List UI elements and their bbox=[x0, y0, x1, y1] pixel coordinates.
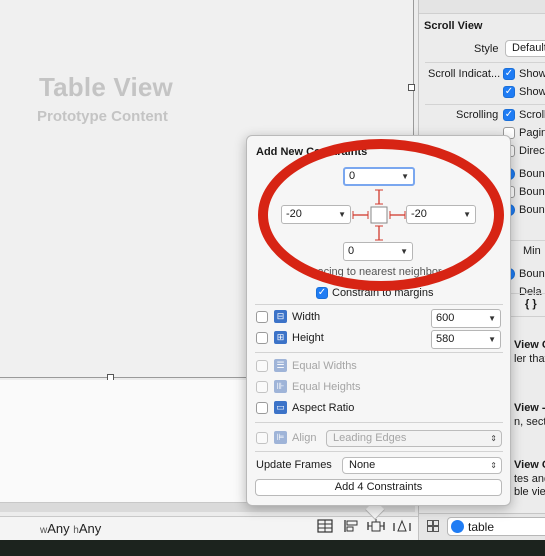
scrolling-label: Scrolling bbox=[456, 109, 499, 121]
scroll-indicators-label: Scroll Indicat... bbox=[428, 68, 501, 80]
aspect-ratio-checkbox[interactable] bbox=[256, 402, 268, 414]
bounce-horizontal-label: Boun bbox=[519, 186, 545, 198]
inspector-top-strip bbox=[419, 0, 545, 14]
equal-heights-checkbox[interactable] bbox=[256, 381, 268, 393]
height-checkbox[interactable] bbox=[256, 332, 268, 344]
scrolling-enabled-checkbox[interactable]: ✓ bbox=[503, 109, 515, 121]
library-item-1-desc: ler that bbox=[514, 353, 545, 365]
update-frames-value: None bbox=[349, 459, 376, 471]
width-label: Width bbox=[292, 311, 321, 323]
library-item-3-desc-1: tes and bbox=[514, 473, 545, 485]
width-value: 600 bbox=[436, 312, 455, 324]
equal-widths-checkbox[interactable] bbox=[256, 360, 268, 372]
align-checkbox[interactable] bbox=[256, 432, 268, 444]
divider bbox=[425, 62, 545, 63]
align-popup[interactable]: Leading Edges ⇕ bbox=[326, 430, 502, 447]
add-constraints-button[interactable]: Add 4 Constraints bbox=[255, 479, 502, 496]
library-item-3-desc-2: ble view bbox=[514, 486, 545, 498]
show-vertical-label: Show bbox=[519, 86, 545, 98]
library-item-3-title: View C bbox=[514, 459, 545, 471]
library-item-2-title: View - bbox=[514, 402, 545, 414]
align-label: Align bbox=[292, 432, 317, 444]
height-value-field[interactable]: 580 ▼ bbox=[431, 330, 501, 349]
height-label: Height bbox=[292, 332, 324, 344]
equal-widths-label: Equal Widths bbox=[292, 360, 357, 372]
update-frames-popup[interactable]: None ⇕ bbox=[342, 457, 502, 474]
aspect-ratio-icon: ▭ bbox=[274, 401, 287, 414]
constrain-margins-checkbox[interactable]: ✓ bbox=[316, 287, 328, 299]
stack-icon[interactable] bbox=[316, 519, 334, 535]
width-value-field[interactable]: 600 ▼ bbox=[431, 309, 501, 328]
annotation-circle bbox=[258, 139, 504, 291]
divider bbox=[255, 352, 503, 353]
chevron-down-icon[interactable]: ▼ bbox=[488, 331, 496, 348]
divider bbox=[255, 451, 503, 452]
update-frames-label: Update Frames bbox=[256, 459, 332, 471]
bounce-vertical-label: Boun bbox=[519, 204, 545, 216]
style-value: Default bbox=[512, 42, 545, 54]
bounce-label: Boun bbox=[519, 168, 545, 180]
align-value: Leading Edges bbox=[333, 432, 407, 444]
width-class-value: Any bbox=[47, 521, 70, 536]
chevron-updown-icon: ⇕ bbox=[490, 434, 497, 443]
resolve-icon[interactable] bbox=[393, 519, 411, 535]
chevron-down-icon[interactable]: ▼ bbox=[488, 310, 496, 327]
table-view-title: Table View bbox=[39, 72, 173, 102]
height-class-value: Any bbox=[78, 521, 102, 536]
library-search-field[interactable]: table bbox=[447, 517, 545, 536]
align-icon: ⊫ bbox=[274, 431, 287, 444]
library-search-value: table bbox=[468, 520, 495, 534]
table-view-subtitle: Prototype Content bbox=[37, 108, 168, 125]
scrolling-enabled-label: Scroll bbox=[519, 109, 545, 121]
direction-lock-label: Direc bbox=[519, 145, 545, 157]
filter-icon bbox=[451, 520, 464, 533]
divider bbox=[255, 422, 503, 423]
equal-heights-icon: ⊪ bbox=[274, 380, 287, 393]
add-constraints-button-label: Add 4 Constraints bbox=[334, 481, 423, 493]
desktop-background bbox=[0, 540, 545, 556]
show-vertical-checkbox[interactable]: ✓ bbox=[503, 86, 515, 98]
paging-label: Pagin bbox=[519, 127, 545, 139]
delays-touches-label: Dela bbox=[519, 286, 542, 298]
align-icon[interactable] bbox=[342, 519, 360, 535]
chevron-updown-icon: ⇕ bbox=[490, 461, 497, 470]
size-class-control[interactable]: wAny hAny bbox=[40, 521, 101, 536]
show-horizontal-checkbox[interactable]: ✓ bbox=[503, 68, 515, 80]
divider bbox=[255, 304, 503, 305]
section-title: Scroll View bbox=[424, 20, 483, 32]
library-item-1-title: View C bbox=[514, 339, 545, 351]
width-icon: ⊟ bbox=[274, 310, 287, 323]
width-checkbox[interactable] bbox=[256, 311, 268, 323]
divider bbox=[425, 104, 545, 105]
style-label: Style bbox=[474, 43, 499, 55]
resize-handle-right[interactable] bbox=[408, 84, 415, 91]
show-horizontal-label: Show bbox=[519, 68, 545, 80]
equal-widths-icon: ☰ bbox=[274, 359, 287, 372]
grid-view-icon[interactable] bbox=[427, 520, 439, 532]
equal-heights-label: Equal Heights bbox=[292, 381, 361, 393]
style-popup[interactable]: Default bbox=[505, 40, 545, 57]
braces-icon[interactable]: { } bbox=[525, 298, 537, 310]
bounces-zoom-label: Boun bbox=[519, 268, 545, 280]
height-icon: ⊞ bbox=[274, 331, 287, 344]
height-value: 580 bbox=[436, 333, 455, 345]
min-label: Min bbox=[523, 245, 541, 257]
aspect-ratio-label: Aspect Ratio bbox=[292, 402, 355, 414]
library-item-2-desc: n, secti bbox=[514, 416, 545, 428]
pin-icon[interactable] bbox=[367, 519, 385, 535]
